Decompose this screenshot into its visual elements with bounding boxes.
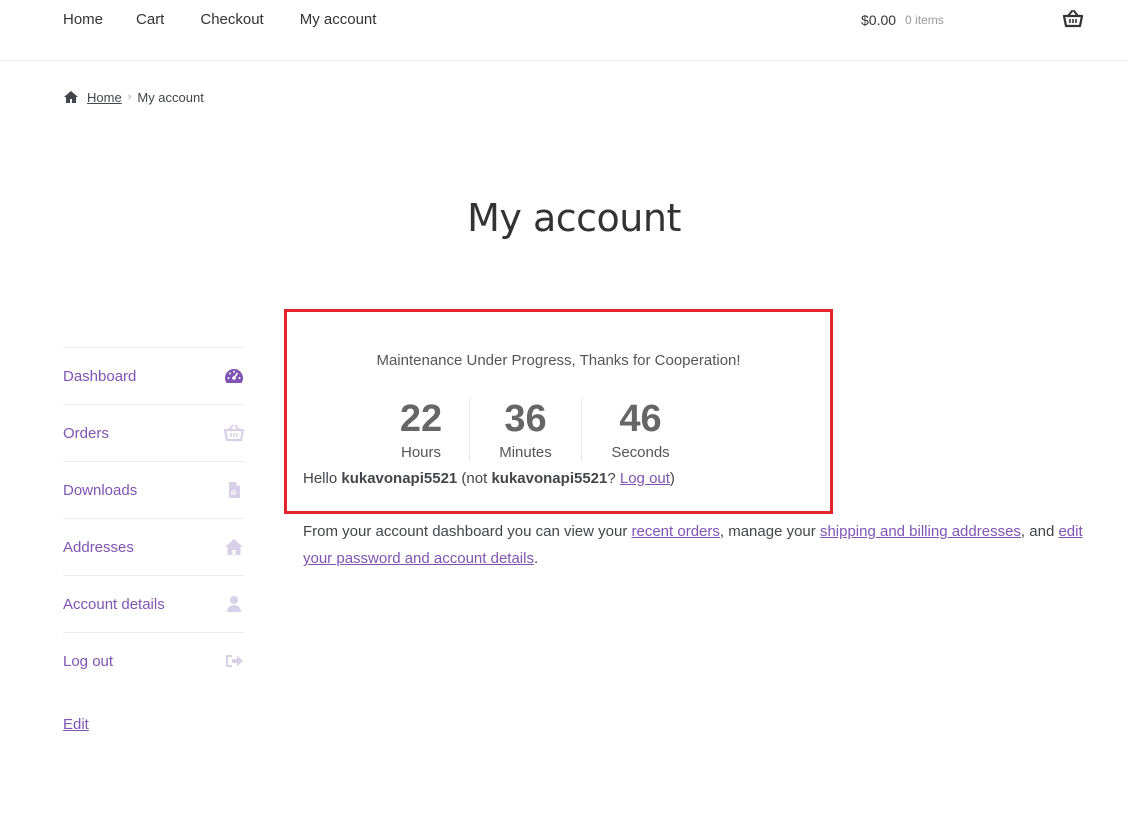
sidebar-item-account-details[interactable]: Account details: [63, 575, 244, 632]
sidebar-item-label: Account details: [63, 595, 165, 613]
page-title: My account: [467, 196, 681, 240]
sidebar-item-label: Orders: [63, 424, 109, 442]
hello-question: ?: [607, 470, 620, 487]
sidebar-edit-link[interactable]: Edit: [63, 716, 244, 733]
countdown-label: Minutes: [499, 444, 552, 461]
addresses-link[interactable]: shipping and billing addresses: [820, 523, 1021, 540]
sidebar-item-dashboard[interactable]: Dashboard: [63, 347, 244, 404]
breadcrumb-separator-icon: ›: [127, 91, 132, 103]
breadcrumb-home-link[interactable]: Home: [87, 90, 122, 105]
primary-nav: Home Cart Checkout My account: [63, 10, 376, 30]
maintenance-notice: Maintenance Under Progress, Thanks for C…: [284, 309, 833, 514]
basket-icon: [224, 424, 244, 442]
file-icon: [229, 482, 240, 498]
dashboard-description: From your account dashboard you can view…: [303, 518, 1093, 572]
countdown-minutes: 36 Minutes: [469, 398, 581, 461]
countdown-label: Hours: [400, 444, 441, 461]
cart-amount: $0.00: [861, 12, 897, 28]
countdown-hours: 22 Hours: [373, 398, 469, 461]
sidebar-item-label: Log out: [63, 652, 114, 670]
user-icon: [227, 596, 241, 612]
dashboard-text-4: .: [533, 550, 539, 567]
hello-prefix: Hello: [303, 470, 342, 487]
countdown-timer: 22 Hours 36 Minutes 46 Seconds: [373, 398, 699, 461]
account-navigation: Dashboard Orders Downloads Addresses Acc…: [63, 347, 244, 733]
breadcrumb: Home › My account: [63, 88, 204, 106]
countdown-value: 46: [619, 398, 662, 440]
countdown-label: Seconds: [611, 444, 670, 461]
logout-link[interactable]: Log out: [620, 470, 670, 487]
home-icon: [64, 91, 78, 103]
hello-close: ): [669, 470, 675, 487]
sidebar-item-addresses[interactable]: Addresses: [63, 518, 244, 575]
breadcrumb-current: My account: [137, 89, 204, 105]
dashboard-text-1: From your account dashboard you can view…: [303, 523, 632, 540]
sidebar-item-label: Addresses: [63, 538, 134, 556]
dashboard-icon: [225, 369, 243, 383]
countdown-value: 22: [399, 398, 443, 440]
dashboard-text-2: , manage your: [719, 523, 820, 540]
nav-my-account[interactable]: My account: [300, 10, 377, 30]
username: kukavonapi5521: [341, 470, 458, 487]
username-repeat: kukavonapi5521: [491, 470, 608, 487]
countdown-seconds: 46 Seconds: [581, 398, 699, 461]
hello-mid: (not: [457, 470, 492, 487]
home-icon: [225, 539, 243, 555]
nav-home[interactable]: Home: [63, 10, 103, 30]
sidebar-item-orders[interactable]: Orders: [63, 404, 244, 461]
sidebar-item-log-out[interactable]: Log out: [63, 632, 244, 689]
sidebar-item-label: Downloads: [63, 481, 138, 499]
sidebar-item-label: Dashboard: [63, 367, 137, 385]
cart-summary[interactable]: $0.00 0 items: [861, 10, 944, 30]
sign-out-icon: [226, 655, 243, 667]
nav-cart[interactable]: Cart: [136, 10, 164, 30]
dashboard-text-3: , and: [1020, 523, 1059, 540]
nav-checkout[interactable]: Checkout: [200, 10, 263, 30]
countdown-value: 36: [504, 398, 547, 440]
maintenance-message: Maintenance Under Progress, Thanks for C…: [376, 352, 741, 369]
hello-message: Hello kukavonapi5521 (not kukavonapi5521…: [303, 470, 675, 487]
site-header: Home Cart Checkout My account $0.00 0 it…: [0, 0, 1128, 61]
basket-icon[interactable]: [1063, 10, 1083, 28]
sidebar-item-downloads[interactable]: Downloads: [63, 461, 244, 518]
cart-count: 0 items: [905, 13, 944, 27]
recent-orders-link[interactable]: recent orders: [632, 523, 720, 540]
